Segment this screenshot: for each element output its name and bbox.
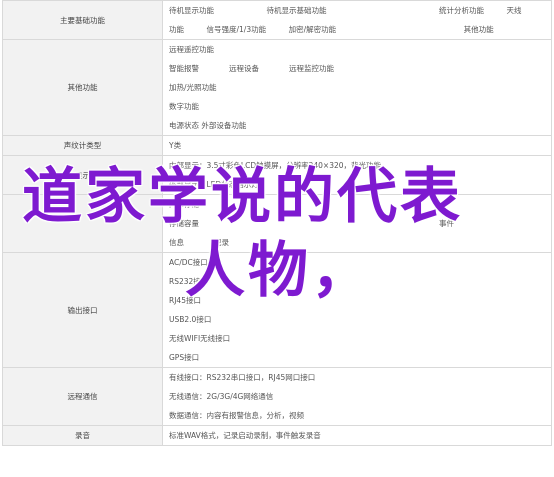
table-row: 主要基础功能 待机显示功能 待机显示基础功能 统计分析功能 天线 功能 信号强度… (2, 0, 552, 40)
value-line: 数字功能 (169, 102, 199, 111)
table-row: 输出接口 AC/DC接口 RS232接口 RJ45接口 USB2.0接口 无线W… (2, 252, 552, 368)
value-line: USB2.0接口 (169, 315, 212, 324)
value-line: Y类 (169, 141, 182, 150)
value-line: 加热/光照功能 (169, 83, 217, 92)
spec-page: 主要基础功能 待机显示功能 待机显示基础功能 统计分析功能 天线 功能 信号强度… (0, 0, 554, 477)
row-value: 内部存储 存储容量 事件 信息 记录 (162, 194, 552, 253)
value-line: 标准WAV格式，记录启动录制，事件触发录音 (169, 431, 321, 440)
row-category: 远程通信 (2, 367, 163, 426)
value-line: 信息 记录 (169, 238, 229, 247)
value-line: 电源状态 外部设备功能 (169, 121, 247, 130)
row-value: AC/DC接口 RS232接口 RJ45接口 USB2.0接口 无线WIFI无线… (162, 252, 552, 368)
value-line: 智能报警 远程设备 远程监控功能 (169, 64, 334, 73)
value-line: 远程遥控功能 (169, 45, 214, 54)
table-row: 远程通信 有线接口：RS232串口接口，RJ45网口接口 无线通信：2G/3G/… (2, 367, 552, 426)
value-line: AC/DC接口 (169, 258, 208, 267)
row-category: 输出接口 (2, 252, 163, 368)
row-category: 其他功能 (2, 39, 163, 136)
row-category (2, 194, 163, 253)
value-line: GPS接口 (169, 353, 200, 362)
value-line: 数据通信：内容有报警信息，分析，视频 (169, 411, 304, 420)
value-line: 存储容量 事件 (169, 219, 454, 228)
row-value: 远程遥控功能 智能报警 远程设备 远程监控功能 加热/光照功能 数字功能 电源状… (162, 39, 552, 136)
row-category: 主要基础功能 (2, 0, 163, 40)
row-value: 待机显示功能 待机显示基础功能 统计分析功能 天线 功能 信号强度/1/3功能 … (162, 0, 552, 40)
spec-table: 主要基础功能 待机显示功能 待机显示基础功能 统计分析功能 天线 功能 信号强度… (2, 0, 552, 446)
value-line: 待机显示功能 待机显示基础功能 统计分析功能 天线 (169, 6, 522, 15)
value-line: 无线通信：2G/3G/4G网络通信 (169, 392, 274, 401)
value-line: RJ45接口 (169, 296, 201, 305)
row-value: 内部显示：3.5寸彩色LCD触摸屏，分辨率240×320，背光功能 外部显示：L… (162, 155, 552, 195)
table-row: 录音 标准WAV格式，记录启动录制，事件触发录音 (2, 425, 552, 446)
row-value: Y类 (162, 135, 552, 156)
value-line: 无线WIFI无线接口 (169, 334, 231, 343)
table-row: 显示 内部显示：3.5寸彩色LCD触摸屏，分辨率240×320，背光功能 外部显… (2, 155, 552, 195)
value-line: 内部存储 (169, 200, 199, 209)
value-line: RS232接口 (169, 277, 209, 286)
value-line: 内部显示：3.5寸彩色LCD触摸屏，分辨率240×320，背光功能 (169, 161, 382, 170)
table-row: 声纹计类型 Y类 (2, 135, 552, 156)
row-value: 标准WAV格式，记录启动录制，事件触发录音 (162, 425, 552, 446)
value-line: 外部显示：LED状态指示灯 (169, 180, 259, 189)
row-category: 声纹计类型 (2, 135, 163, 156)
table-row: 内部存储 存储容量 事件 信息 记录 (2, 194, 552, 253)
value-line: 功能 信号强度/1/3功能 加密/解密功能 其他功能 (169, 25, 494, 34)
value-line: 有线接口：RS232串口接口，RJ45网口接口 (169, 373, 316, 382)
row-category: 录音 (2, 425, 163, 446)
row-category: 显示 (2, 155, 163, 195)
table-row: 其他功能 远程遥控功能 智能报警 远程设备 远程监控功能 加热/光照功能 数字功… (2, 39, 552, 136)
row-value: 有线接口：RS232串口接口，RJ45网口接口 无线通信：2G/3G/4G网络通… (162, 367, 552, 426)
